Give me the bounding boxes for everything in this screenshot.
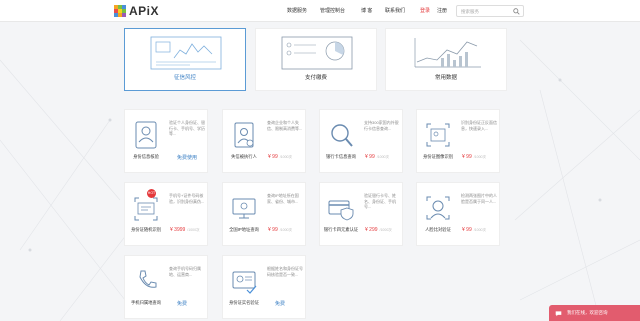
scan-id-icon	[426, 123, 450, 147]
category-label: 支付缴费	[304, 75, 327, 81]
chat-label: 我们在线，欢迎咨询	[567, 310, 608, 315]
api-name: 全国IP地址查询	[229, 227, 259, 232]
api-description: 验证银行卡号、姓名、身份证、手机号...	[364, 193, 396, 209]
api-card-id-ocr[interactable]: 身份证图像识别 识别身份证正反面信息，快速录入... ¥ 99/1000次	[416, 109, 500, 173]
api-description: 验证个人身份证、银行卡、手机号、学历等...	[169, 120, 205, 136]
free-link[interactable]: 免费	[177, 300, 187, 307]
id-card-icon	[135, 121, 157, 149]
category-payment[interactable]: 支付缴费	[255, 28, 377, 91]
chart-dashboard-icon	[150, 36, 222, 70]
id-check-icon	[232, 271, 257, 294]
api-name: 身份证随机识别	[130, 227, 162, 232]
category-credit-risk[interactable]: 征信风控	[124, 28, 246, 91]
person-badge-icon	[234, 122, 254, 148]
nav-console[interactable]: 管理控制台	[320, 7, 345, 14]
free-use-link[interactable]: 免费使用	[177, 154, 197, 161]
api-card-phone-location[interactable]: 手机归属地查询 查询手机号码归属地、运营商... 免费	[124, 255, 208, 319]
api-card-id-random-verify[interactable]: HOT 身份证随机识别 手机号+证件号码核验，识别身份真伪... ¥ 3999/…	[124, 182, 208, 246]
magnifier-icon	[331, 124, 353, 147]
api-name: 手机归属地查询	[130, 300, 162, 305]
api-description: 根据姓名和身份证号码核验是否一致...	[267, 266, 303, 277]
api-name: 身份证实名验证	[228, 300, 260, 305]
logo[interactable]: APiX	[114, 4, 159, 18]
top-header: APiX 数据服务 管理控制台 博 客 联系我们 登录 注册 搜索服务	[0, 0, 640, 22]
api-description: 支持300家国内外银行卡信息查询...	[364, 120, 399, 131]
login-link[interactable]: 登录	[420, 7, 430, 14]
search-input[interactable]: 搜索服务	[456, 5, 524, 17]
api-card-identity-verify[interactable]: 身份信息核验 验证个人身份证、银行卡、手机号、学历等... 免费使用	[124, 109, 208, 173]
api-description: 手机号+证件号码核验，识别身份真伪...	[169, 193, 205, 204]
api-name: 身份证图像识别	[422, 154, 454, 159]
api-price: ¥ 99/1000次	[268, 227, 292, 233]
category-label: 常用数据	[434, 75, 457, 81]
api-name: 银行卡信息查询	[325, 154, 357, 159]
search-icon[interactable]	[513, 8, 520, 15]
api-card-bank-four-factor[interactable]: 银行卡四元素认证 验证银行卡号、姓名、身份证、手机号... ¥ 299/1000…	[319, 182, 403, 246]
api-card-id-realname[interactable]: 身份证实名验证 根据姓名和身份证号码核验是否一致... 免费	[222, 255, 306, 319]
nav-data-services[interactable]: 数据服务	[287, 7, 307, 14]
logo-text: APiX	[129, 4, 160, 18]
api-description: 查询IP地址所在国家、省份、城市...	[267, 193, 299, 204]
api-card-face-compare[interactable]: 人脸比对验证 检测两张图片中的人脸是否属于同一人... ¥ 99/1000次	[416, 182, 500, 246]
api-card-dishonest-debtor[interactable]: 失信被执行人 查询企业和个人失信、限制高消费等... ¥ 99/1000次	[222, 109, 306, 173]
api-price: ¥ 3999/1000次	[170, 227, 200, 233]
hot-badge: HOT	[147, 189, 156, 198]
api-description: 检测两张图片中的人脸是否属于同一人...	[461, 193, 497, 204]
api-description: 查询手机号码归属地、运营商...	[169, 266, 201, 277]
search-placeholder: 搜索服务	[461, 9, 479, 14]
api-price: ¥ 299/1000次	[365, 227, 392, 233]
register-link[interactable]: 注册	[437, 7, 447, 14]
face-scan-icon	[426, 196, 450, 220]
online-chat-button[interactable]: 我们在线，欢迎咨询	[549, 305, 640, 321]
api-name: 银行卡四元素认证	[323, 227, 359, 232]
api-price: ¥ 99/1000次	[462, 154, 486, 160]
phone-icon	[139, 270, 157, 288]
api-name: 失信被执行人	[231, 154, 257, 159]
api-name: 人脸比对验证	[425, 227, 451, 232]
bank-card-shield-icon	[328, 200, 354, 221]
api-price: ¥ 99/1000次	[365, 154, 389, 160]
payment-card-icon	[281, 36, 353, 70]
logo-icon	[114, 5, 126, 17]
api-name: 身份信息核验	[133, 154, 159, 159]
chat-bubble-icon	[555, 310, 562, 316]
api-description: 识别身份证正反面信息，快速录入...	[461, 120, 497, 131]
nav-contact[interactable]: 联系我们	[385, 7, 405, 14]
monitor-icon	[232, 198, 256, 219]
line-chart-icon	[414, 38, 481, 68]
api-price: ¥ 99/1000次	[268, 154, 292, 160]
nav-blog[interactable]: 博 客	[361, 7, 372, 14]
category-label: 征信风控	[173, 75, 196, 81]
api-card-ip-lookup[interactable]: 全国IP地址查询 查询IP地址所在国家、省份、城市... ¥ 99/1000次	[222, 182, 306, 246]
api-description: 查询企业和个人失信、限制高消费等...	[267, 120, 303, 131]
free-link[interactable]: 免费	[275, 300, 285, 307]
api-price: ¥ 99/1000次	[462, 227, 486, 233]
api-card-bank-card-query[interactable]: 银行卡信息查询 支持300家国内外银行卡信息查询... ¥ 99/1000次	[319, 109, 403, 173]
category-common-data[interactable]: 常用数据	[385, 28, 507, 91]
id-scan-icon	[134, 197, 158, 221]
